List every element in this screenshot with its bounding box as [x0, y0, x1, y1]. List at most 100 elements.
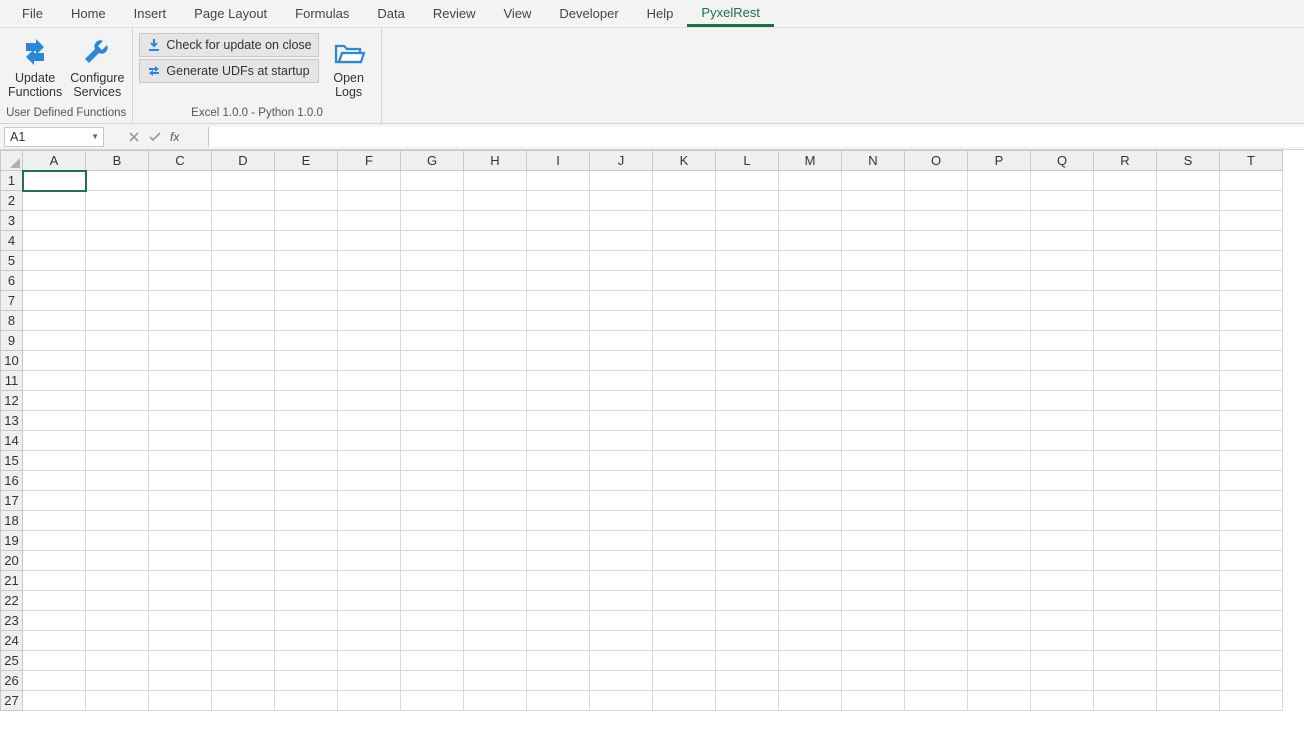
cell[interactable] — [527, 251, 590, 271]
cell[interactable] — [1031, 411, 1094, 431]
cell[interactable] — [23, 411, 86, 431]
cell[interactable] — [527, 491, 590, 511]
cell[interactable] — [149, 351, 212, 371]
row-header[interactable]: 16 — [1, 471, 23, 491]
cell[interactable] — [527, 431, 590, 451]
cell[interactable] — [401, 271, 464, 291]
cell[interactable] — [842, 331, 905, 351]
cell[interactable] — [527, 271, 590, 291]
cell[interactable] — [779, 391, 842, 411]
cell[interactable] — [1031, 551, 1094, 571]
cell[interactable] — [905, 491, 968, 511]
cell[interactable] — [1031, 651, 1094, 671]
cell[interactable] — [86, 451, 149, 471]
cell[interactable] — [338, 471, 401, 491]
cell[interactable] — [86, 571, 149, 591]
cell[interactable] — [464, 431, 527, 451]
name-box[interactable]: A1 ▼ — [4, 127, 104, 147]
cell[interactable] — [905, 651, 968, 671]
cell[interactable] — [338, 231, 401, 251]
cell[interactable] — [464, 531, 527, 551]
cell[interactable] — [464, 671, 527, 691]
cell[interactable] — [590, 351, 653, 371]
cell[interactable] — [1157, 271, 1220, 291]
cell[interactable] — [1094, 271, 1157, 291]
open-logs-button[interactable]: Open Logs — [321, 33, 377, 101]
row-header[interactable]: 2 — [1, 191, 23, 211]
row-header[interactable]: 22 — [1, 591, 23, 611]
cell[interactable] — [1031, 631, 1094, 651]
row-header[interactable]: 3 — [1, 211, 23, 231]
cell[interactable] — [464, 491, 527, 511]
cell[interactable] — [905, 471, 968, 491]
cell[interactable] — [716, 471, 779, 491]
cell[interactable] — [716, 311, 779, 331]
row-header[interactable]: 18 — [1, 511, 23, 531]
cell[interactable] — [1220, 271, 1283, 291]
cell[interactable] — [968, 671, 1031, 691]
cell[interactable] — [527, 451, 590, 471]
cell[interactable] — [338, 551, 401, 571]
cell[interactable] — [590, 171, 653, 191]
cell[interactable] — [1157, 391, 1220, 411]
cell[interactable] — [401, 211, 464, 231]
cell[interactable] — [653, 391, 716, 411]
cell[interactable] — [653, 651, 716, 671]
cell[interactable] — [779, 571, 842, 591]
cell[interactable] — [338, 531, 401, 551]
column-header[interactable]: S — [1157, 151, 1220, 171]
cell[interactable] — [23, 671, 86, 691]
cell[interactable] — [905, 531, 968, 551]
cell[interactable] — [1220, 451, 1283, 471]
cell[interactable] — [590, 411, 653, 431]
cell[interactable] — [338, 391, 401, 411]
cell[interactable] — [653, 571, 716, 591]
cell[interactable] — [212, 451, 275, 471]
cell[interactable] — [716, 531, 779, 551]
cell[interactable] — [716, 231, 779, 251]
cell[interactable] — [338, 211, 401, 231]
cell[interactable] — [968, 531, 1031, 551]
cell[interactable] — [149, 471, 212, 491]
cell[interactable] — [401, 471, 464, 491]
cell[interactable] — [86, 311, 149, 331]
cell[interactable] — [779, 411, 842, 431]
cell[interactable] — [905, 311, 968, 331]
cell[interactable] — [1094, 291, 1157, 311]
cell[interactable] — [590, 211, 653, 231]
cell[interactable] — [1031, 431, 1094, 451]
cell[interactable] — [842, 391, 905, 411]
cell[interactable] — [1157, 251, 1220, 271]
row-header[interactable]: 1 — [1, 171, 23, 191]
cell[interactable] — [401, 491, 464, 511]
row-header[interactable]: 20 — [1, 551, 23, 571]
column-header[interactable]: R — [1094, 151, 1157, 171]
cell[interactable] — [1031, 511, 1094, 531]
cell[interactable] — [338, 251, 401, 271]
cell[interactable] — [968, 691, 1031, 711]
cell[interactable] — [212, 631, 275, 651]
cell[interactable] — [968, 451, 1031, 471]
cell[interactable] — [401, 511, 464, 531]
cell[interactable] — [464, 631, 527, 651]
cell[interactable] — [275, 651, 338, 671]
cell[interactable] — [590, 631, 653, 651]
cell[interactable] — [716, 431, 779, 451]
cell[interactable] — [1220, 251, 1283, 271]
cell[interactable] — [842, 511, 905, 531]
cell[interactable] — [653, 411, 716, 431]
row-header[interactable]: 15 — [1, 451, 23, 471]
cell[interactable] — [968, 251, 1031, 271]
cell[interactable] — [1031, 591, 1094, 611]
cell[interactable] — [464, 591, 527, 611]
cell[interactable] — [716, 191, 779, 211]
cell[interactable] — [212, 651, 275, 671]
column-header[interactable]: G — [401, 151, 464, 171]
cell[interactable] — [401, 411, 464, 431]
cell[interactable] — [1220, 331, 1283, 351]
cell[interactable] — [1031, 671, 1094, 691]
cell[interactable] — [149, 611, 212, 631]
cell[interactable] — [1094, 311, 1157, 331]
cell[interactable] — [275, 391, 338, 411]
cell[interactable] — [212, 171, 275, 191]
